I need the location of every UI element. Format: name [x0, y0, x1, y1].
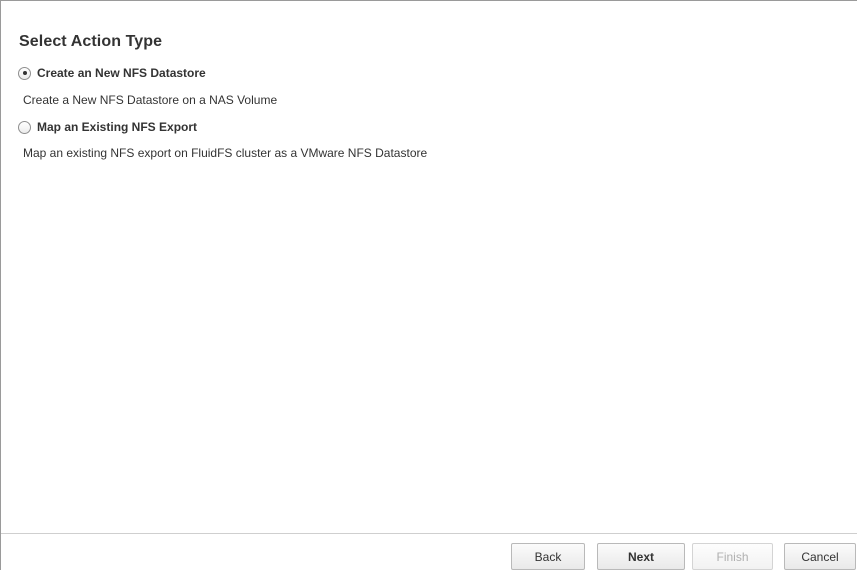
wizard-dialog: Select Action Type Create an New NFS Dat…	[0, 0, 857, 572]
cancel-button[interactable]: Cancel	[784, 543, 856, 570]
wizard-content: Select Action Type Create an New NFS Dat…	[1, 1, 857, 533]
option-description: Map an existing NFS export on FluidFS cl…	[23, 146, 428, 160]
next-button[interactable]: Next	[597, 543, 685, 570]
wizard-footer: Back Next Finish Cancel	[1, 533, 857, 572]
radio-button-selected[interactable]	[18, 66, 31, 80]
option-description: Create a New NFS Datastore on a NAS Volu…	[23, 93, 278, 107]
option-label[interactable]: Map an Existing NFS Export	[37, 120, 197, 134]
radio-button-unselected[interactable]	[18, 120, 31, 134]
radio-option-map-nfs-export[interactable]: Map an Existing NFS Export	[18, 120, 197, 134]
option-label[interactable]: Create an New NFS Datastore	[37, 66, 206, 80]
back-button[interactable]: Back	[511, 543, 585, 570]
radio-option-create-nfs-datastore[interactable]: Create an New NFS Datastore	[18, 66, 206, 80]
finish-button[interactable]: Finish	[692, 543, 773, 570]
radio-dot-icon	[22, 71, 27, 75]
page-title: Select Action Type	[19, 33, 163, 50]
